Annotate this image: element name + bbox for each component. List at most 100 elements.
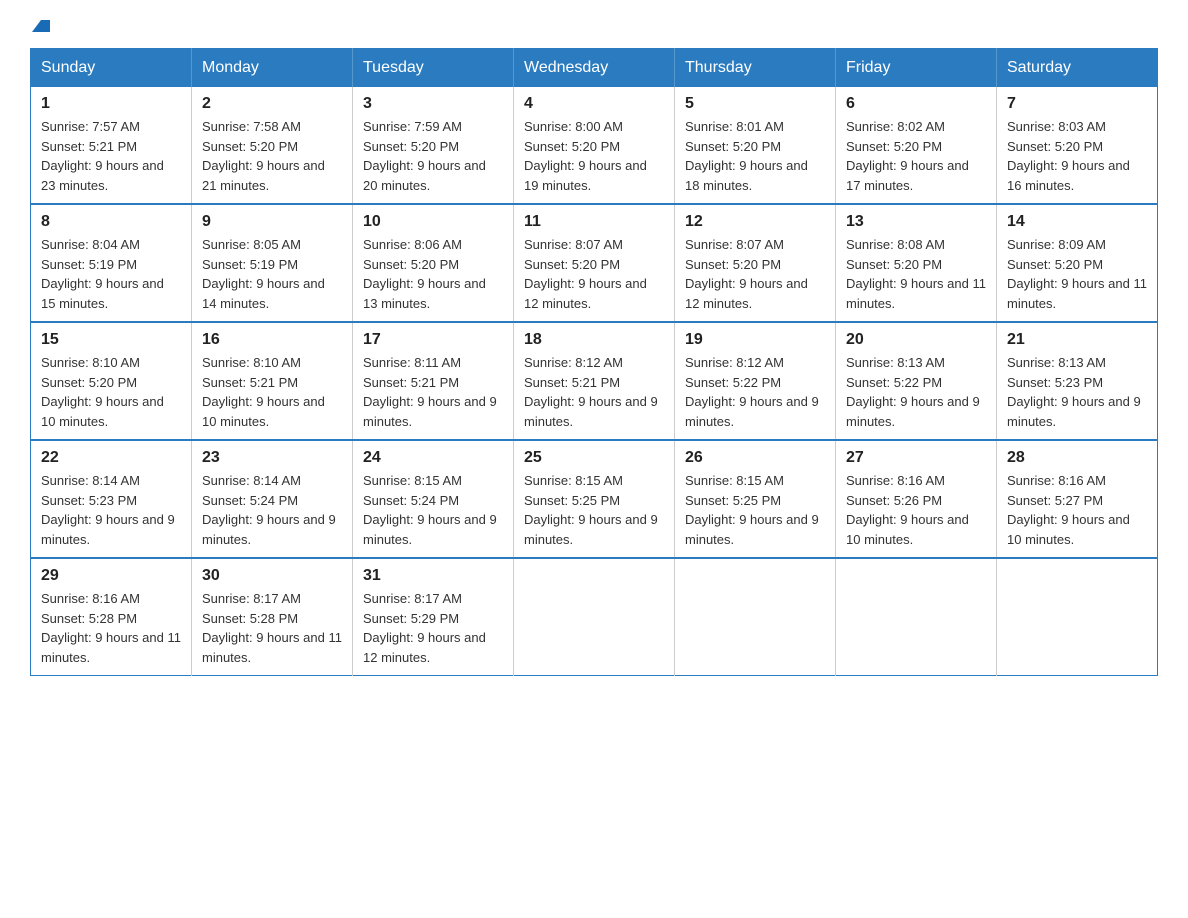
calendar-week-row: 22 Sunrise: 8:14 AMSunset: 5:23 PMDaylig… xyxy=(31,440,1158,558)
logo-triangle-icon xyxy=(32,20,50,32)
day-number: 8 xyxy=(41,213,181,231)
day-info: Sunrise: 8:03 AMSunset: 5:20 PMDaylight:… xyxy=(1007,119,1130,193)
calendar-cell: 8 Sunrise: 8:04 AMSunset: 5:19 PMDayligh… xyxy=(31,204,192,322)
day-number: 21 xyxy=(1007,331,1147,349)
day-info: Sunrise: 8:14 AMSunset: 5:24 PMDaylight:… xyxy=(202,473,336,547)
calendar-week-row: 8 Sunrise: 8:04 AMSunset: 5:19 PMDayligh… xyxy=(31,204,1158,322)
header xyxy=(30,20,1158,30)
day-number: 30 xyxy=(202,567,342,585)
day-number: 4 xyxy=(524,95,664,113)
day-info: Sunrise: 8:02 AMSunset: 5:20 PMDaylight:… xyxy=(846,119,969,193)
day-number: 23 xyxy=(202,449,342,467)
day-number: 22 xyxy=(41,449,181,467)
day-info: Sunrise: 8:06 AMSunset: 5:20 PMDaylight:… xyxy=(363,237,486,311)
calendar-cell: 25 Sunrise: 8:15 AMSunset: 5:25 PMDaylig… xyxy=(514,440,675,558)
calendar-cell: 30 Sunrise: 8:17 AMSunset: 5:28 PMDaylig… xyxy=(192,558,353,676)
day-info: Sunrise: 8:17 AMSunset: 5:28 PMDaylight:… xyxy=(202,591,342,665)
calendar-cell: 21 Sunrise: 8:13 AMSunset: 5:23 PMDaylig… xyxy=(997,322,1158,440)
header-wednesday: Wednesday xyxy=(514,49,675,88)
day-info: Sunrise: 8:07 AMSunset: 5:20 PMDaylight:… xyxy=(685,237,808,311)
calendar-cell: 24 Sunrise: 8:15 AMSunset: 5:24 PMDaylig… xyxy=(353,440,514,558)
day-info: Sunrise: 8:15 AMSunset: 5:25 PMDaylight:… xyxy=(685,473,819,547)
day-number: 20 xyxy=(846,331,986,349)
day-number: 3 xyxy=(363,95,503,113)
calendar-cell: 26 Sunrise: 8:15 AMSunset: 5:25 PMDaylig… xyxy=(675,440,836,558)
calendar-cell xyxy=(675,558,836,676)
day-info: Sunrise: 8:01 AMSunset: 5:20 PMDaylight:… xyxy=(685,119,808,193)
day-number: 16 xyxy=(202,331,342,349)
day-number: 1 xyxy=(41,95,181,113)
day-info: Sunrise: 8:11 AMSunset: 5:21 PMDaylight:… xyxy=(363,355,497,429)
calendar-week-row: 15 Sunrise: 8:10 AMSunset: 5:20 PMDaylig… xyxy=(31,322,1158,440)
calendar-cell: 7 Sunrise: 8:03 AMSunset: 5:20 PMDayligh… xyxy=(997,87,1158,204)
calendar-cell: 6 Sunrise: 8:02 AMSunset: 5:20 PMDayligh… xyxy=(836,87,997,204)
day-info: Sunrise: 7:58 AMSunset: 5:20 PMDaylight:… xyxy=(202,119,325,193)
calendar-cell: 14 Sunrise: 8:09 AMSunset: 5:20 PMDaylig… xyxy=(997,204,1158,322)
calendar-cell: 28 Sunrise: 8:16 AMSunset: 5:27 PMDaylig… xyxy=(997,440,1158,558)
day-info: Sunrise: 8:15 AMSunset: 5:24 PMDaylight:… xyxy=(363,473,497,547)
day-info: Sunrise: 8:10 AMSunset: 5:20 PMDaylight:… xyxy=(41,355,164,429)
day-number: 19 xyxy=(685,331,825,349)
day-number: 18 xyxy=(524,331,664,349)
day-number: 26 xyxy=(685,449,825,467)
day-info: Sunrise: 8:00 AMSunset: 5:20 PMDaylight:… xyxy=(524,119,647,193)
day-number: 29 xyxy=(41,567,181,585)
day-number: 5 xyxy=(685,95,825,113)
calendar-cell: 11 Sunrise: 8:07 AMSunset: 5:20 PMDaylig… xyxy=(514,204,675,322)
calendar-cell: 19 Sunrise: 8:12 AMSunset: 5:22 PMDaylig… xyxy=(675,322,836,440)
calendar-week-row: 1 Sunrise: 7:57 AMSunset: 5:21 PMDayligh… xyxy=(31,87,1158,204)
day-info: Sunrise: 8:13 AMSunset: 5:23 PMDaylight:… xyxy=(1007,355,1141,429)
calendar-cell xyxy=(997,558,1158,676)
calendar-week-row: 29 Sunrise: 8:16 AMSunset: 5:28 PMDaylig… xyxy=(31,558,1158,676)
calendar-cell: 5 Sunrise: 8:01 AMSunset: 5:20 PMDayligh… xyxy=(675,87,836,204)
calendar-cell: 20 Sunrise: 8:13 AMSunset: 5:22 PMDaylig… xyxy=(836,322,997,440)
day-number: 12 xyxy=(685,213,825,231)
day-info: Sunrise: 8:12 AMSunset: 5:22 PMDaylight:… xyxy=(685,355,819,429)
day-info: Sunrise: 8:09 AMSunset: 5:20 PMDaylight:… xyxy=(1007,237,1147,311)
day-info: Sunrise: 7:59 AMSunset: 5:20 PMDaylight:… xyxy=(363,119,486,193)
calendar-cell: 15 Sunrise: 8:10 AMSunset: 5:20 PMDaylig… xyxy=(31,322,192,440)
calendar-cell: 12 Sunrise: 8:07 AMSunset: 5:20 PMDaylig… xyxy=(675,204,836,322)
logo-blue xyxy=(30,20,52,32)
calendar-cell xyxy=(836,558,997,676)
calendar-cell: 17 Sunrise: 8:11 AMSunset: 5:21 PMDaylig… xyxy=(353,322,514,440)
calendar-cell: 4 Sunrise: 8:00 AMSunset: 5:20 PMDayligh… xyxy=(514,87,675,204)
calendar-cell: 31 Sunrise: 8:17 AMSunset: 5:29 PMDaylig… xyxy=(353,558,514,676)
day-number: 15 xyxy=(41,331,181,349)
day-number: 10 xyxy=(363,213,503,231)
header-monday: Monday xyxy=(192,49,353,88)
day-info: Sunrise: 8:10 AMSunset: 5:21 PMDaylight:… xyxy=(202,355,325,429)
day-number: 27 xyxy=(846,449,986,467)
day-number: 17 xyxy=(363,331,503,349)
day-info: Sunrise: 8:16 AMSunset: 5:27 PMDaylight:… xyxy=(1007,473,1130,547)
day-info: Sunrise: 8:13 AMSunset: 5:22 PMDaylight:… xyxy=(846,355,980,429)
day-number: 9 xyxy=(202,213,342,231)
day-info: Sunrise: 8:04 AMSunset: 5:19 PMDaylight:… xyxy=(41,237,164,311)
calendar-cell: 27 Sunrise: 8:16 AMSunset: 5:26 PMDaylig… xyxy=(836,440,997,558)
header-thursday: Thursday xyxy=(675,49,836,88)
day-info: Sunrise: 8:15 AMSunset: 5:25 PMDaylight:… xyxy=(524,473,658,547)
day-number: 7 xyxy=(1007,95,1147,113)
calendar-cell: 29 Sunrise: 8:16 AMSunset: 5:28 PMDaylig… xyxy=(31,558,192,676)
calendar-cell: 10 Sunrise: 8:06 AMSunset: 5:20 PMDaylig… xyxy=(353,204,514,322)
calendar-table: SundayMondayTuesdayWednesdayThursdayFrid… xyxy=(30,48,1158,676)
day-number: 31 xyxy=(363,567,503,585)
day-info: Sunrise: 8:05 AMSunset: 5:19 PMDaylight:… xyxy=(202,237,325,311)
calendar-cell: 18 Sunrise: 8:12 AMSunset: 5:21 PMDaylig… xyxy=(514,322,675,440)
calendar-cell: 13 Sunrise: 8:08 AMSunset: 5:20 PMDaylig… xyxy=(836,204,997,322)
day-number: 25 xyxy=(524,449,664,467)
calendar-cell: 22 Sunrise: 8:14 AMSunset: 5:23 PMDaylig… xyxy=(31,440,192,558)
calendar-cell: 16 Sunrise: 8:10 AMSunset: 5:21 PMDaylig… xyxy=(192,322,353,440)
day-info: Sunrise: 8:16 AMSunset: 5:28 PMDaylight:… xyxy=(41,591,181,665)
header-tuesday: Tuesday xyxy=(353,49,514,88)
day-info: Sunrise: 8:08 AMSunset: 5:20 PMDaylight:… xyxy=(846,237,986,311)
day-info: Sunrise: 8:14 AMSunset: 5:23 PMDaylight:… xyxy=(41,473,175,547)
calendar-cell: 9 Sunrise: 8:05 AMSunset: 5:19 PMDayligh… xyxy=(192,204,353,322)
calendar-cell xyxy=(514,558,675,676)
day-info: Sunrise: 8:12 AMSunset: 5:21 PMDaylight:… xyxy=(524,355,658,429)
calendar-cell: 2 Sunrise: 7:58 AMSunset: 5:20 PMDayligh… xyxy=(192,87,353,204)
day-info: Sunrise: 7:57 AMSunset: 5:21 PMDaylight:… xyxy=(41,119,164,193)
day-info: Sunrise: 8:17 AMSunset: 5:29 PMDaylight:… xyxy=(363,591,486,665)
calendar-cell: 3 Sunrise: 7:59 AMSunset: 5:20 PMDayligh… xyxy=(353,87,514,204)
day-number: 11 xyxy=(524,213,664,231)
